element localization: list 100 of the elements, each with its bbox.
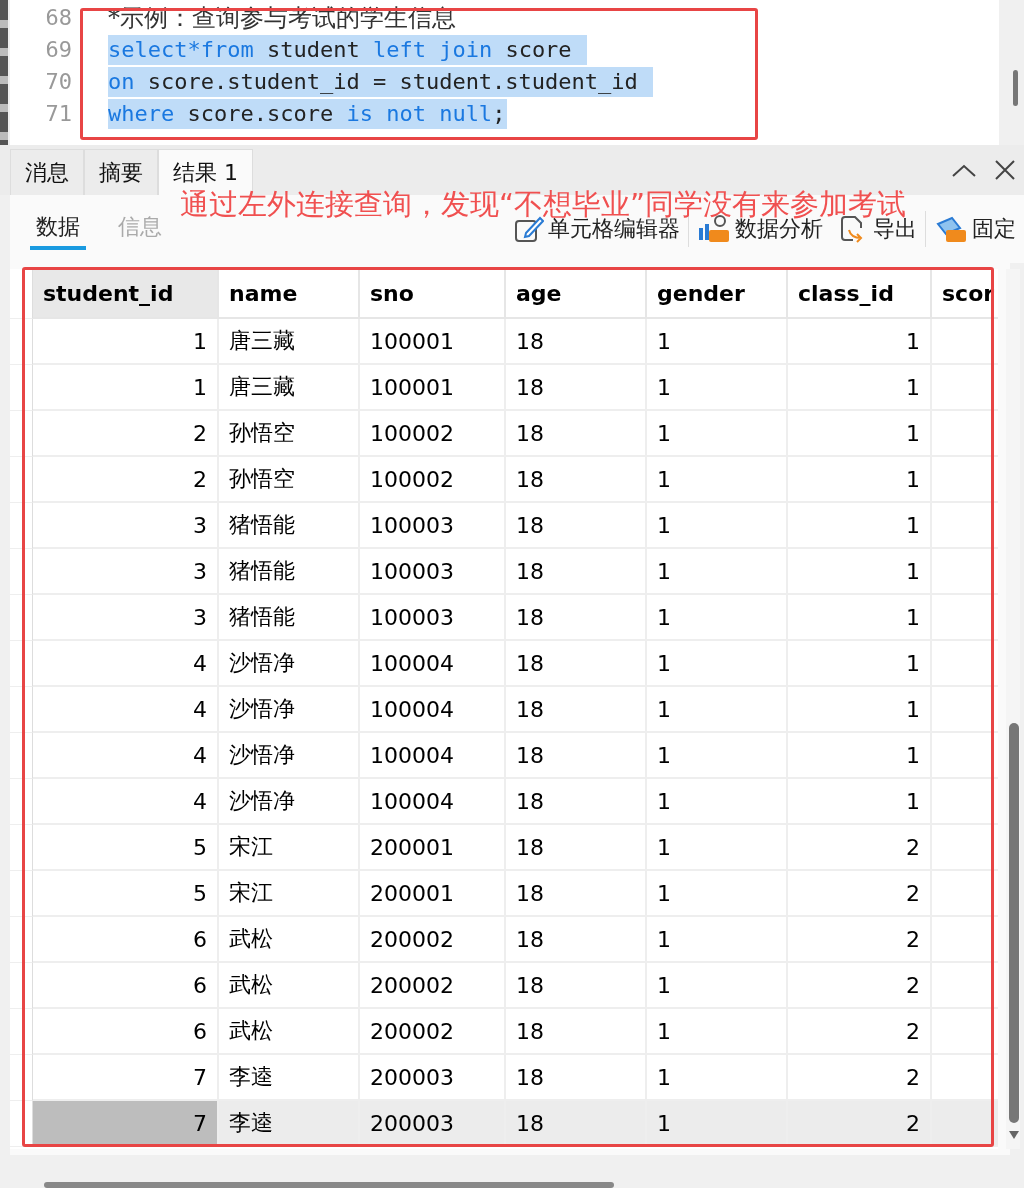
table-cell: 18 [506,411,647,457]
table-cell: 18 [506,963,647,1009]
table-cell: 2 [788,917,932,963]
table-cell: 2 [788,963,932,1009]
table-cell: 18 [506,1009,647,1055]
table-cell: 4 [33,779,219,825]
table-cell: 4 [33,687,219,733]
table-cell: 18 [506,365,647,411]
table-cell: 沙悟净 [219,641,360,687]
toolbar-button[interactable]: 固定 [926,214,1024,244]
table-cell: 1 [647,917,788,963]
table-cell: 200002 [360,1009,506,1055]
table-cell: 猪悟能 [219,503,360,549]
table-row[interactable]: 4 沙悟净 100004 18 1 1 [10,779,998,825]
result-tab[interactable]: 摘要 [84,149,158,195]
table-cell: 18 [506,917,647,963]
table-cell: 18 [506,319,647,365]
column-header[interactable]: name [219,269,360,319]
table-row[interactable]: 2 孙悟空 100002 18 1 1 [10,411,998,457]
table-cell: 沙悟净 [219,687,360,733]
table-cell: 1 [647,1101,788,1147]
scroll-down-icon[interactable] [1009,1131,1019,1139]
table-cell: 1 [647,871,788,917]
table-cell: 1 [788,411,932,457]
table-row[interactable]: 1 唐三藏 100001 18 1 1 [10,365,998,411]
table-cell: 1 [788,595,932,641]
table-cell: 18 [506,503,647,549]
table-cell: 孙悟空 [219,457,360,503]
table-cell: 唐三藏 [219,319,360,365]
table-cell: 武松 [219,963,360,1009]
table-cell: 3 [33,595,219,641]
table-row[interactable]: 3 猪悟能 100003 18 1 1 [10,595,998,641]
table-cell: 1 [647,595,788,641]
table-row[interactable]: 5 宋江 200001 18 1 2 [10,825,998,871]
table-cell: 2 [788,1009,932,1055]
close-icon[interactable] [994,159,1016,181]
table-cell: 100004 [360,779,506,825]
line-number: 69 [44,36,73,64]
table-cell: 1 [788,779,932,825]
table-cell: 18 [506,595,647,641]
table-row[interactable]: 4 沙悟净 100004 18 1 1 [10,687,998,733]
table-cell: 18 [506,457,647,503]
table-cell: 唐三藏 [219,365,360,411]
table-cell: 2 [788,871,932,917]
table-cell: 1 [647,411,788,457]
table-cell: 2 [788,825,932,871]
table-cell: 沙悟净 [219,733,360,779]
column-header[interactable]: student_id [33,269,219,319]
table-cell: 6 [33,917,219,963]
table-row[interactable]: 7 李逵 200003 18 1 2 [10,1101,998,1147]
table-cell: 1 [33,365,219,411]
table-cell: 18 [506,1101,647,1147]
table-cell: 5 [33,871,219,917]
view-tab[interactable]: 数据 [30,208,86,250]
table-cell: 5 [33,825,219,871]
table-cell: 6 [33,963,219,1009]
pencil-icon [514,215,544,243]
table-cell: 200001 [360,825,506,871]
scrollbar-thumb[interactable] [1009,723,1019,1123]
table-cell: 18 [506,687,647,733]
column-header[interactable]: scor [932,269,998,319]
table-cell: 100002 [360,457,506,503]
table-row[interactable]: 1 唐三藏 100001 18 1 1 [10,319,998,365]
table-row[interactable]: 6 武松 200002 18 1 2 [10,917,998,963]
table-row[interactable]: 3 猪悟能 100003 18 1 1 [10,549,998,595]
result-tab[interactable]: 消息 [10,149,84,195]
column-header[interactable]: gender [647,269,788,319]
table-cell: 200001 [360,871,506,917]
table-row[interactable]: 5 宋江 200001 18 1 2 [10,871,998,917]
table-row[interactable]: 4 沙悟净 100004 18 1 1 [10,641,998,687]
table-cell: 18 [506,779,647,825]
table-cell: 武松 [219,917,360,963]
scrollbar-thumb[interactable] [44,1182,614,1188]
scrollbar-thumb[interactable] [1013,70,1018,106]
table-cell: 200002 [360,963,506,1009]
table-cell: 1 [647,503,788,549]
column-header[interactable]: age [506,269,647,319]
pin-icon [934,214,968,244]
table-cell: 200002 [360,917,506,963]
table-cell: 100001 [360,319,506,365]
table-cell: 1 [788,733,932,779]
table-cell: 2 [33,411,219,457]
table-cell: 1 [647,319,788,365]
table-row[interactable]: 2 孙悟空 100002 18 1 1 [10,457,998,503]
table-row[interactable]: 6 武松 200002 18 1 2 [10,963,998,1009]
table-cell: 18 [506,641,647,687]
table-row[interactable]: 4 沙悟净 100004 18 1 1 [10,733,998,779]
table-cell: 1 [647,457,788,503]
column-header[interactable]: sno [360,269,506,319]
table-cell: 100001 [360,365,506,411]
table-cell: 1 [788,503,932,549]
table-cell: 18 [506,733,647,779]
column-header[interactable]: class_id [788,269,932,319]
line-number: 68 [44,4,73,32]
table-cell: 李逵 [219,1101,360,1147]
table-row[interactable]: 6 武松 200002 18 1 2 [10,1009,998,1055]
table-cell: 1 [647,1009,788,1055]
table-cell: 宋江 [219,825,360,871]
table-cell: 100002 [360,411,506,457]
table-row[interactable]: 3 猪悟能 100003 18 1 1 [10,503,998,549]
